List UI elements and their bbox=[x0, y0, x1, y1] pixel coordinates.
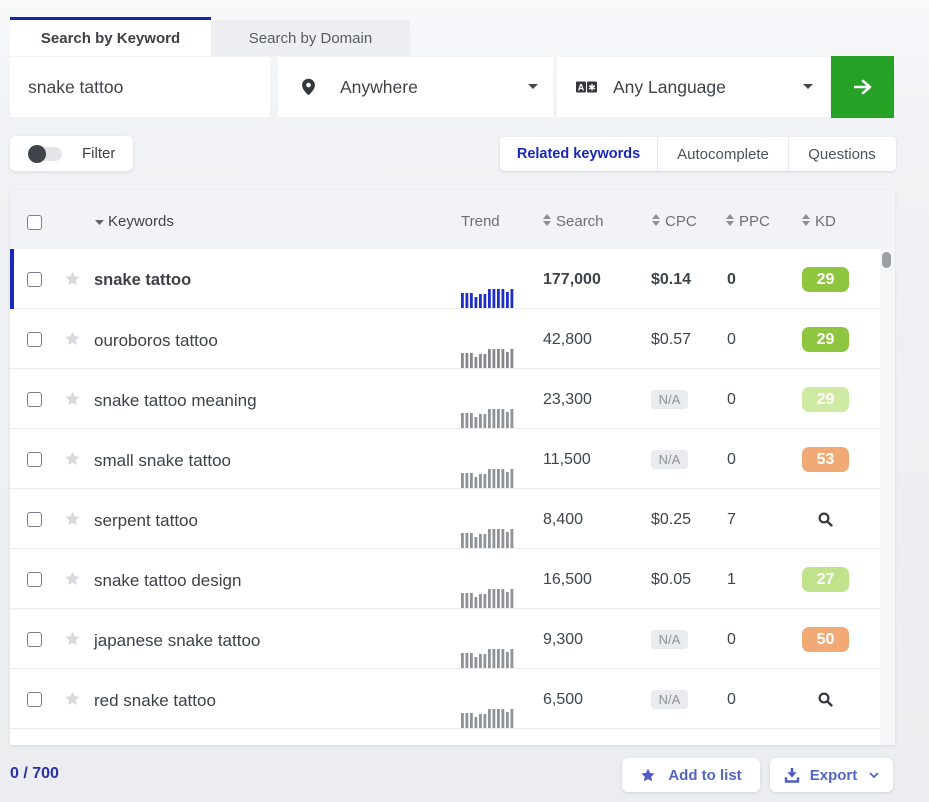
svg-text:✱: ✱ bbox=[588, 83, 596, 93]
svg-text:A: A bbox=[578, 83, 585, 93]
